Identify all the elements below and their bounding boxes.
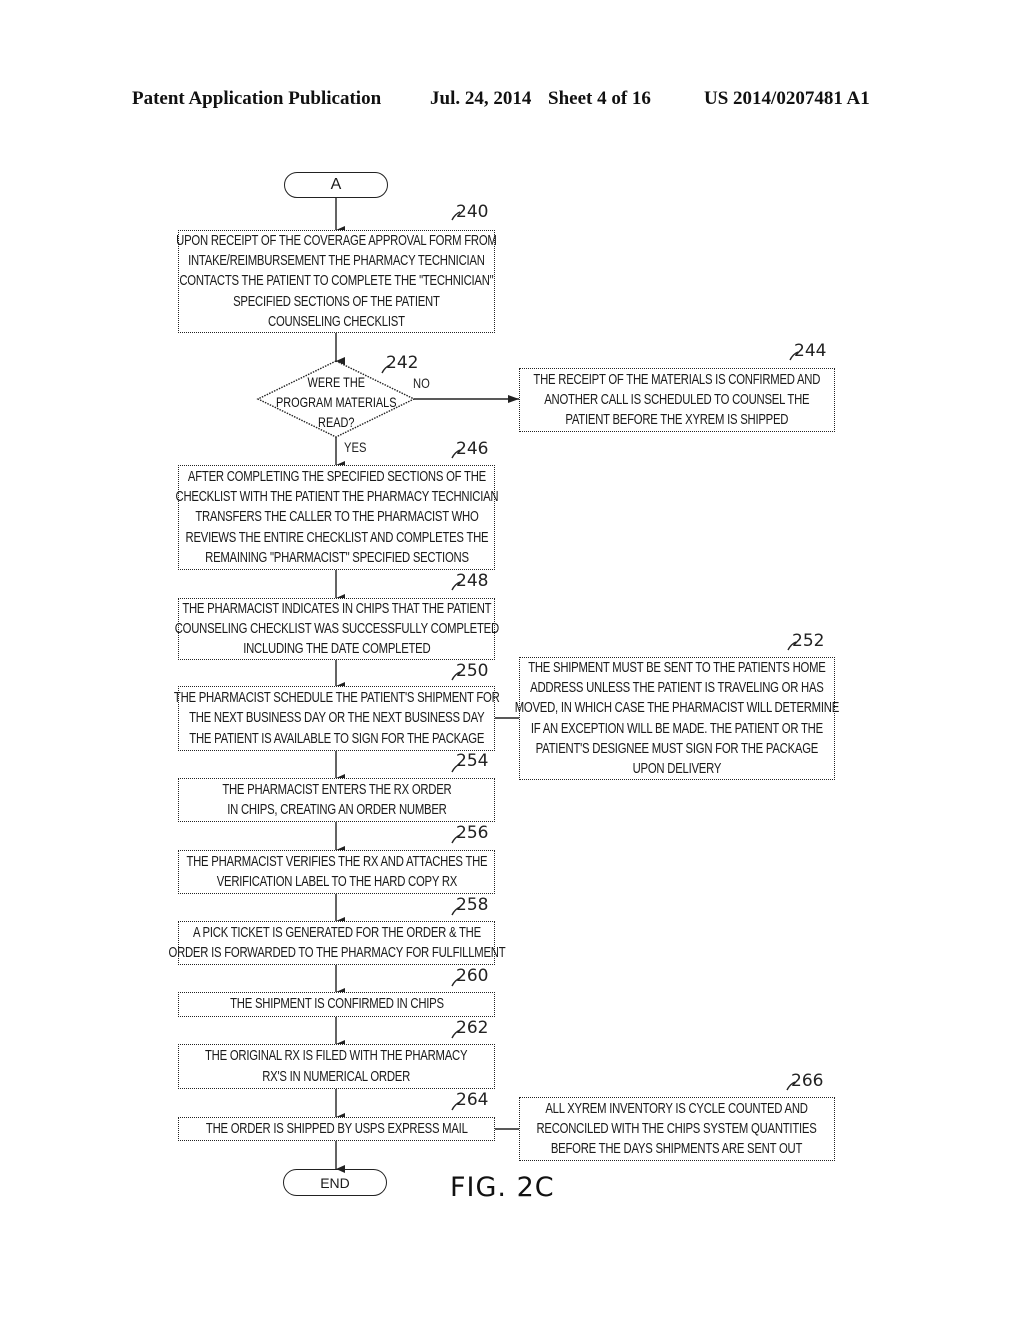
step-text: AFTER COMPLETING THE SPECIFIED SECTIONS … xyxy=(130,467,544,568)
decision-text-242: WERE THE PROGRAM MATERIALS READ? xyxy=(258,372,414,432)
ref-246: 246 xyxy=(456,439,489,459)
step-text-line: VERIFICATION LABEL TO THE HARD COPY Rx xyxy=(216,874,457,890)
end-terminal: END xyxy=(283,1169,387,1196)
step-text-line: PATIENT'S DESIGNEE MUST SIGN FOR THE PAC… xyxy=(535,740,819,757)
step-text: A PICK TICKET IS GENERATED FOR THE ORDER… xyxy=(121,923,553,964)
step-262-box: THE ORIGINAL Rx IS FILED WITH THE PHARMA… xyxy=(178,1044,495,1089)
step-text-line: SPECIFIED SECTIONS OF THE PATIENT xyxy=(233,293,440,310)
step-text-line: THE PHARMACIST SCHEDULE THE PATIENT'S SH… xyxy=(173,690,500,707)
step-text-line: THE SHIPMENT IS CONFIRMED IN CHiPS xyxy=(229,996,444,1013)
step-text-line: UPON DELIVERY xyxy=(632,761,722,778)
ref-252: 252 xyxy=(792,631,825,651)
step-252-box: THE SHIPMENT MUST BE SENT TO THE PATIENT… xyxy=(515,657,839,780)
step-254-box: THE PHARMACIST ENTERS THE Rx ORDER IN CHi… xyxy=(178,778,495,822)
ref-262: 262 xyxy=(456,1018,489,1038)
step-264-box: THE ORDER IS SHIPPED BY USPS EXPRESS MAI… xyxy=(178,1117,495,1141)
ref-256: 256 xyxy=(456,823,489,843)
step-text-line: INCLUDING THE DATE COMPLETED xyxy=(242,641,431,658)
decision-yes-label: YES xyxy=(344,439,367,455)
step-text: THE SHIPMENT MUST BE SENT TO THE PATIENT… xyxy=(469,658,885,780)
decision-line: WERE THE xyxy=(307,374,365,390)
step-258-box: A PICK TICKET IS GENERATED FOR THE ORDER… xyxy=(168,921,505,965)
step-text-line: IF AN EXCEPTION WILL BE MADE. THE PATIEN… xyxy=(530,720,824,737)
step-text-line: BEFORE THE DAYS SHIPMENTS ARE SENT OUT xyxy=(551,1141,803,1158)
ref-240: 240 xyxy=(456,202,489,222)
step-text-line: RECONCILED WITH THE CHiPS SYSTEM QUANTIT… xyxy=(536,1120,818,1137)
decision-line: READ? xyxy=(317,414,355,430)
step-text-line: ANOTHER CALL IS SCHEDULED TO COUNSEL THE xyxy=(544,391,810,408)
start-connector-a: A xyxy=(284,172,388,198)
step-text: THE SHIPMENT IS CONFIRMED IN CHiPS xyxy=(200,994,474,1014)
step-text: THE ORIGINAL Rx IS FILED WITH THE PHARMA… xyxy=(168,1046,504,1087)
ref-242: 242 xyxy=(386,353,419,373)
step-260-box: THE SHIPMENT IS CONFIRMED IN CHiPS xyxy=(178,992,495,1017)
step-text-line: COUNSELING CHECKLIST WAS SUCCESSFULLY CO… xyxy=(174,620,499,637)
step-text-line: MOVED, IN WHICH CASE THE PHARMACIST WILL… xyxy=(514,700,840,717)
step-text-line: UPON RECEIPT OF THE COVERAGE APPROVAL FO… xyxy=(176,232,497,249)
step-text-line: REVIEWS THE ENTIRE CHECKLIST AND COMPLET… xyxy=(185,529,488,546)
step-text-line: THE RECEIPT OF THE MATERIALS IS CONFIRME… xyxy=(533,371,821,388)
decision-no-label: NO xyxy=(413,375,430,391)
step-text-line: CHECKLIST WITH THE PATIENT THE PHARMACY … xyxy=(175,489,498,506)
step-240-box: UPON RECEIPT OF THE COVERAGE APPROVAL FO… xyxy=(176,230,497,333)
step-text: ALL XYREM INVENTORY IS CYCLE COUNTED AND… xyxy=(497,1099,856,1160)
step-text: THE PHARMACIST INDICATES IN CHiPS THAT T… xyxy=(129,599,545,660)
step-text-line: THE ORIGINAL Rx IS FILED WITH THE PHARMA… xyxy=(205,1048,468,1065)
step-text-line: ORDER IS FORWARDED TO THE PHARMACY FOR F… xyxy=(168,945,505,961)
step-text-line: COUNSELING CHECKLIST xyxy=(268,313,405,330)
step-248-box: THE PHARMACIST INDICATES IN CHiPS THAT T… xyxy=(174,598,499,660)
step-text-line: PATIENT BEFORE THE XYREM IS SHIPPED xyxy=(565,412,789,429)
step-text-line: INTAKE/REIMBURSEMENT THE PHARMACY TECHNI… xyxy=(188,253,485,270)
step-text-line: ALL XYREM INVENTORY IS CYCLE COUNTED AND xyxy=(545,1100,809,1117)
step-text-line: REMAINING "PHARMACIST" SPECIFIED SECTION… xyxy=(204,549,469,566)
ref-266: 266 xyxy=(791,1071,824,1091)
step-text: THE PHARMACIST ENTERS THE Rx ORDER IN CHi… xyxy=(190,780,484,821)
step-text-line: TRANSFERS THE CALLER TO THE PHARMACIST W… xyxy=(194,509,479,526)
step-text-line: AFTER COMPLETING THE SPECIFIED SECTIONS … xyxy=(187,468,486,485)
step-text-line: THE PHARMACIST INDICATES IN CHiPS THAT T… xyxy=(182,600,492,617)
step-266-box: ALL XYREM INVENTORY IS CYCLE COUNTED AND… xyxy=(519,1097,835,1161)
ref-264: 264 xyxy=(456,1090,489,1110)
step-text: THE PHARMACIST VERIFIES THE Rx AND ATTAC… xyxy=(144,852,530,893)
step-246-box: AFTER COMPLETING THE SPECIFIED SECTIONS … xyxy=(175,465,498,570)
step-text-line: THE PATIENT IS AVAILABLE TO SIGN FOR THE… xyxy=(189,730,484,747)
step-text-line: A PICK TICKET IS GENERATED FOR THE ORDER… xyxy=(192,924,481,941)
figure-label: FIG. 2C xyxy=(450,1172,555,1203)
step-250-box: THE PHARMACIST SCHEDULE THE PATIENT'S SH… xyxy=(174,686,500,751)
ref-258: 258 xyxy=(456,895,489,915)
step-text-line: THE ORDER IS SHIPPED BY USPS EXPRESS MAI… xyxy=(205,1120,468,1137)
ref-248: 248 xyxy=(456,571,489,591)
step-text-line: Rx'S IN NUMERICAL ORDER xyxy=(262,1068,411,1085)
step-text-line: THE SHIPMENT MUST BE SENT TO THE PATIENT… xyxy=(528,659,826,676)
ref-244: 244 xyxy=(794,341,827,361)
step-text: THE ORDER IS SHIPPED BY USPS EXPRESS MAI… xyxy=(169,1119,505,1139)
step-text-line: IN CHiPS, CREATING AN ORDER NUMBER xyxy=(226,802,447,818)
step-text-line: ADDRESS UNLESS THE PATIENT IS TRAVELING … xyxy=(530,679,824,696)
step-256-box: THE PHARMACIST VERIFIES THE Rx AND ATTAC… xyxy=(178,850,495,894)
step-text: THE RECEIPT OF THE MATERIALS IS CONFIRME… xyxy=(493,370,861,431)
step-text-line: THE PHARMACIST VERIFIES THE Rx AND ATTAC… xyxy=(186,853,487,870)
ref-260: 260 xyxy=(456,966,489,986)
step-text: UPON RECEIPT OF THE COVERAGE APPROVAL FO… xyxy=(131,231,542,332)
step-244-box: THE RECEIPT OF THE MATERIALS IS CONFIRME… xyxy=(519,368,835,432)
decision-line: PROGRAM MATERIALS xyxy=(275,394,397,410)
step-text-line: CONTACTS THE PATIENT TO COMPLETE THE "TE… xyxy=(179,273,494,290)
step-text-line: THE PHARMACIST ENTERS THE Rx ORDER xyxy=(221,781,452,798)
step-text-line: THE NEXT BUSINESS DAY OR THE NEXT BUSINE… xyxy=(188,710,485,727)
